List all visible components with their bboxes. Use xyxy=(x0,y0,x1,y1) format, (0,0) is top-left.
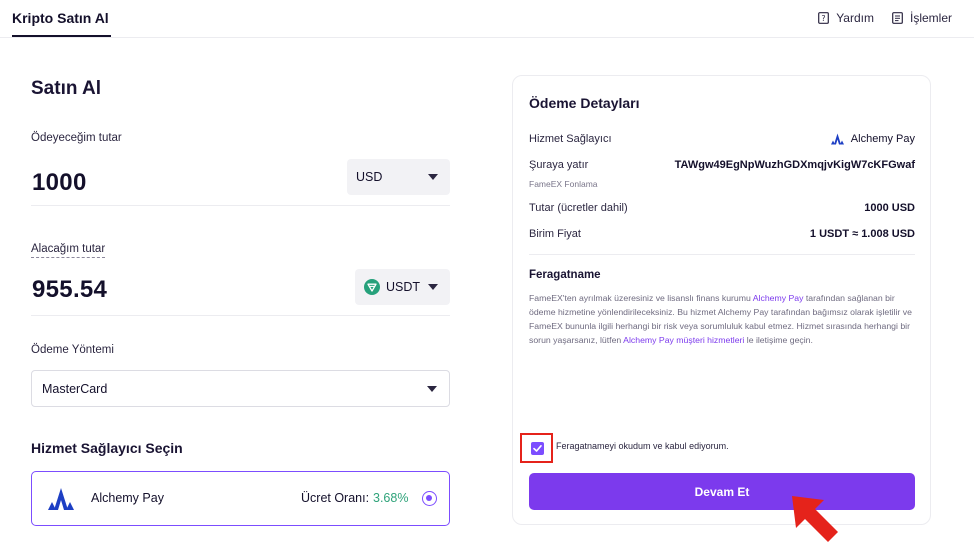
arrow-pointer-icon xyxy=(792,496,838,542)
chevron-down-icon xyxy=(427,386,437,392)
transactions-label: İşlemler xyxy=(909,11,952,25)
fee-rate-value: 3.68% xyxy=(373,491,409,505)
detail-key: Şuraya yatır xyxy=(529,159,589,171)
checkmark-icon xyxy=(533,445,542,452)
receive-divider xyxy=(31,315,450,316)
payment-details-panel: Ödeme Detayları Hizmet Sağlayıcı Alchemy… xyxy=(512,75,931,525)
chevron-down-icon xyxy=(428,284,438,290)
help-icon: ? xyxy=(818,12,830,24)
tab-buy-crypto[interactable]: Kripto Satın Al xyxy=(12,10,109,26)
customer-service-link[interactable]: Alchemy Pay müşteri hizmetleri xyxy=(623,335,744,345)
detail-key: Birim Fiyat xyxy=(529,228,581,240)
provider-name: Alchemy Pay xyxy=(91,491,164,505)
alchemy-pay-logo-icon xyxy=(830,133,844,145)
receive-currency-value: USDT xyxy=(386,280,421,294)
pay-amount-input[interactable]: 1000 xyxy=(32,169,87,197)
pay-divider xyxy=(31,205,450,206)
deposit-subtext: FameEX Fonlama xyxy=(529,179,598,189)
top-bar: Kripto Satın Al ? Yardım İşlemler xyxy=(0,0,974,38)
alchemy-pay-link[interactable]: Alchemy Pay xyxy=(753,293,804,303)
deposit-address[interactable]: TAWgw49EgNpWuzhGDXmqjvKigW7cKFGwaf xyxy=(675,159,915,171)
disclaimer-part: FameEX'ten ayrılmak üzeresiniz ve lisans… xyxy=(529,293,753,303)
continue-button[interactable]: Devam Et xyxy=(529,473,915,510)
document-icon xyxy=(892,12,903,24)
disclaimer-title: Feragatname xyxy=(529,269,601,281)
detail-key: Hizmet Sağlayıcı xyxy=(529,133,612,145)
detail-value: Alchemy Pay xyxy=(830,133,915,145)
pay-currency-value: USD xyxy=(356,170,383,184)
provider-option-alchemy-pay[interactable]: Alchemy Pay Ücret Oranı: 3.68% xyxy=(31,471,450,526)
details-divider xyxy=(529,254,915,255)
provider-section-title: Hizmet Sağlayıcı Seçin xyxy=(31,440,183,456)
disclaimer-text: FameEX'ten ayrılmak üzeresiniz ve lisans… xyxy=(529,291,917,347)
tether-icon xyxy=(364,279,380,295)
agree-checkbox[interactable] xyxy=(531,442,544,455)
disclaimer-part: le iletişime geçin. xyxy=(744,335,813,345)
payment-method-select[interactable]: MasterCard xyxy=(31,370,450,407)
fee-rate-label: Ücret Oranı: xyxy=(301,491,370,505)
top-links: ? Yardım İşlemler xyxy=(818,11,952,25)
alchemy-pay-logo-icon xyxy=(48,488,74,510)
agree-checkbox-label[interactable]: Feragatnameyi okudum ve kabul ediyorum. xyxy=(556,441,729,451)
help-link[interactable]: ? Yardım xyxy=(818,11,874,25)
svg-text:?: ? xyxy=(822,14,826,23)
provider-radio[interactable] xyxy=(422,491,437,506)
detail-provider-name: Alchemy Pay xyxy=(850,133,915,145)
transactions-link[interactable]: İşlemler xyxy=(892,11,952,25)
receive-amount-label: Alacağım tutar xyxy=(31,243,106,258)
detail-value: 1000 USD xyxy=(864,202,915,214)
detail-key: Tutar (ücretler dahil) xyxy=(529,202,628,214)
payment-details-title: Ödeme Detayları xyxy=(529,95,640,111)
payment-method-label: Ödeme Yöntemi xyxy=(31,344,114,356)
detail-value: 1 USDT ≈ 1.008 USD xyxy=(809,228,915,240)
payment-method-value: MasterCard xyxy=(42,381,108,396)
receive-currency-select[interactable]: USDT xyxy=(355,269,450,305)
receive-amount-input[interactable]: 955.54 xyxy=(32,276,107,304)
pay-currency-select[interactable]: USD xyxy=(347,159,450,195)
checkbox-highlight xyxy=(520,433,553,463)
help-label: Yardım xyxy=(836,11,874,25)
pay-amount-label: Ödeyeceğim tutar xyxy=(31,132,122,144)
buy-title: Satın Al xyxy=(31,78,102,99)
active-tab-underline xyxy=(12,35,111,37)
chevron-down-icon xyxy=(428,174,438,180)
